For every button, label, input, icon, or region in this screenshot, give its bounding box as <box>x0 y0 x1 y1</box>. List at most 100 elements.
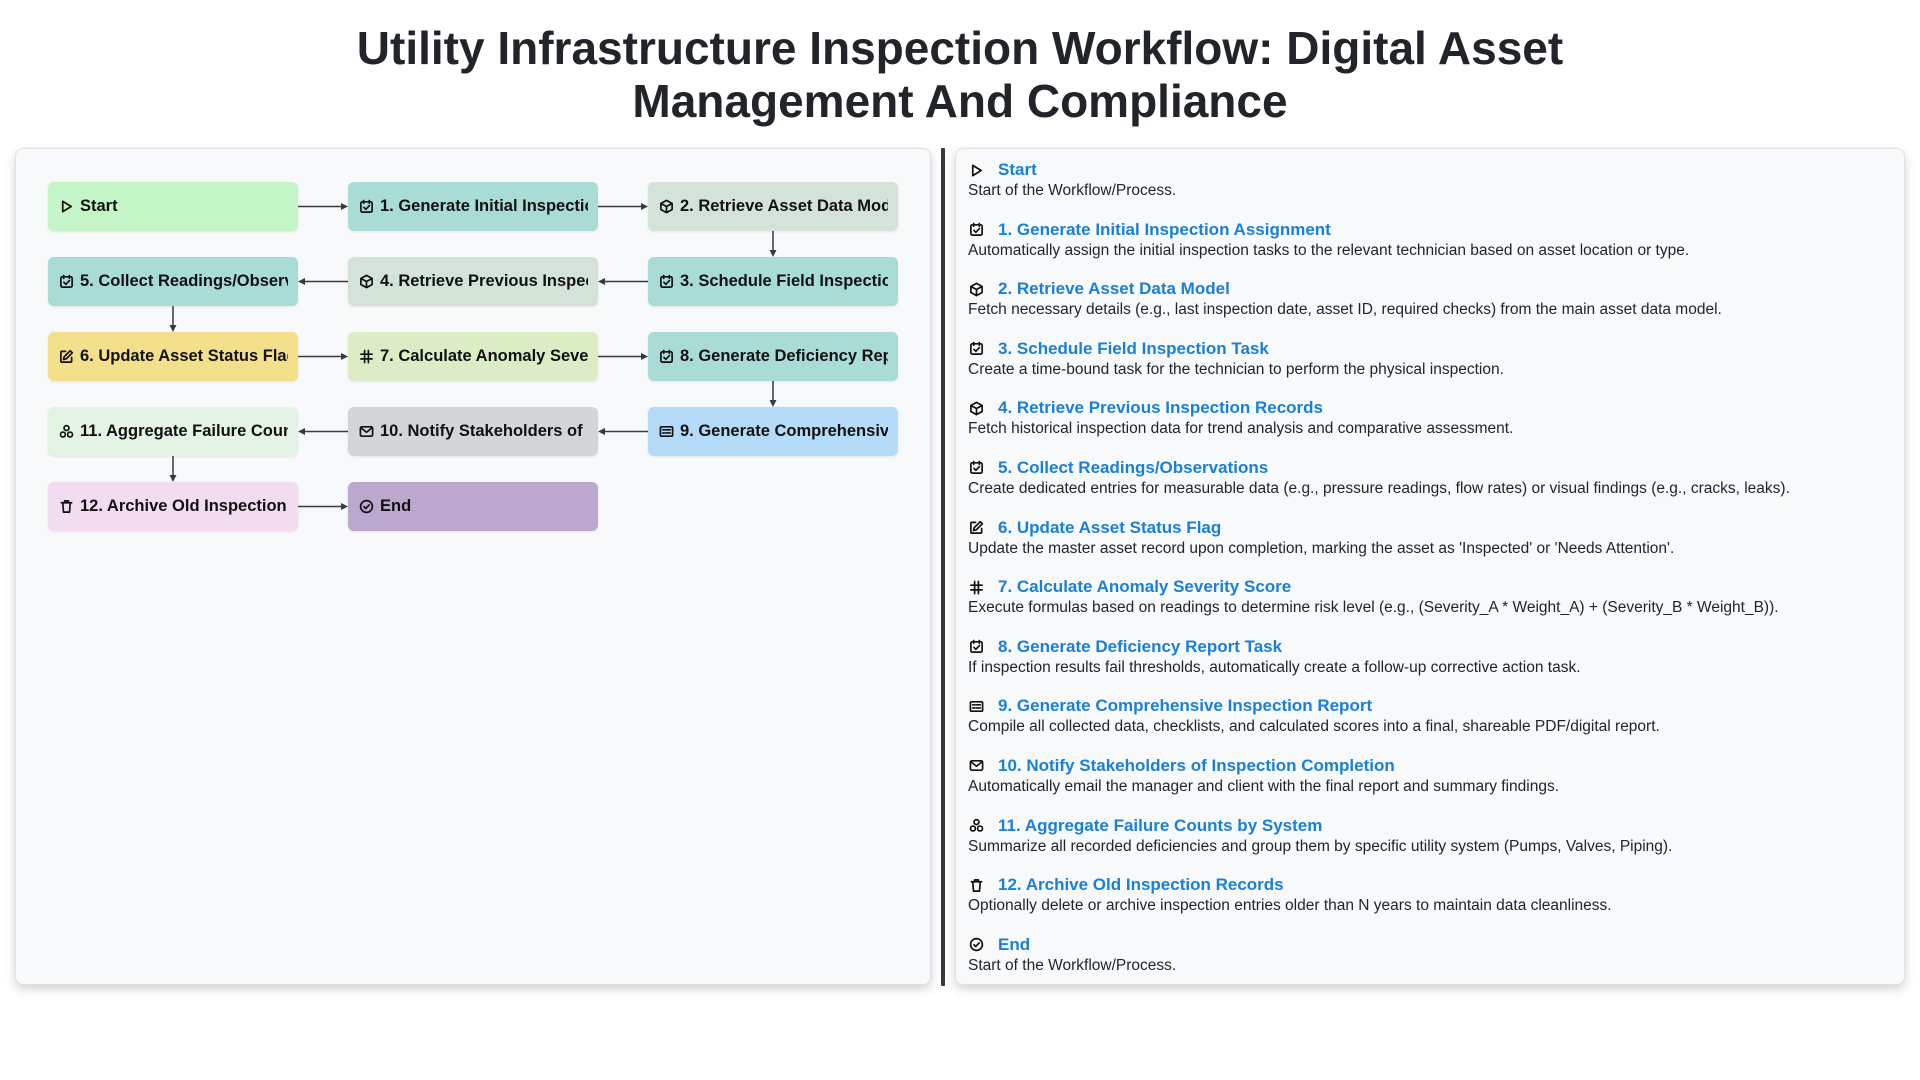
flow-node-n5[interactable]: 5. Collect Readings/Observations <box>48 257 298 306</box>
flow-node-n9[interactable]: 9. Generate Comprehensive Inspection Rep… <box>648 407 898 456</box>
flow-node-n3[interactable]: 3. Schedule Field Inspection Task <box>648 257 898 306</box>
description-text: Automatically assign the initial inspect… <box>968 241 1690 259</box>
description-text: Start of the Workflow/Process. <box>968 956 1177 974</box>
checkbox-icon <box>358 199 374 215</box>
description-title[interactable]: 12. Archive Old Inspection Records <box>998 875 1284 895</box>
description-header: 1. Generate Initial Inspection Assignmen… <box>968 219 1888 241</box>
page-title-line-2: Management And Compliance <box>632 75 1288 127</box>
flow-node-label: 3. Schedule Field Inspection Task <box>680 272 888 290</box>
description-title[interactable]: 4. Retrieve Previous Inspection Records <box>998 398 1323 418</box>
checkbox-icon <box>658 349 674 365</box>
panel-divider[interactable] <box>941 148 945 986</box>
description-item: End Start of the Workflow/Process. <box>968 934 1888 994</box>
flow-node-label: 4. Retrieve Previous Inspection Records <box>380 272 588 290</box>
flow-connector-arrow <box>769 381 777 407</box>
flow-node-n4[interactable]: 4. Retrieve Previous Inspection Records <box>348 257 598 306</box>
description-header: 8. Generate Deficiency Report Task <box>968 636 1888 658</box>
description-header: 7. Calculate Anomaly Severity Score <box>968 576 1888 598</box>
cube-icon <box>968 400 984 416</box>
description-title[interactable]: 7. Calculate Anomaly Severity Score <box>998 577 1291 597</box>
flow-node-n6[interactable]: 6. Update Asset Status Flag <box>48 332 298 381</box>
description-list: Start Start of the Workflow/Process. 1. Ge… <box>968 159 1888 993</box>
description-item: 4. Retrieve Previous Inspection Records F… <box>968 397 1888 457</box>
trash-icon <box>58 499 74 515</box>
check-circle-icon <box>358 499 374 515</box>
description-title[interactable]: 5. Collect Readings/Observations <box>998 458 1268 478</box>
page-title: Utility Infrastructure Inspection Workfl… <box>0 22 1920 128</box>
description-item: Start Start of the Workflow/Process. <box>968 159 1888 219</box>
description-text: Create dedicated entries for measurable … <box>968 479 1790 497</box>
flow-connector-arrow <box>769 231 777 257</box>
flow-node-n2[interactable]: 2. Retrieve Asset Data Model <box>648 182 898 231</box>
flow-node-n10[interactable]: 10. Notify Stakeholders of Inspection Co… <box>348 407 598 456</box>
flow-node-label: 6. Update Asset Status Flag <box>80 347 288 365</box>
description-title[interactable]: Start <box>998 160 1037 180</box>
cluster-icon <box>58 424 74 440</box>
flow-node-label: 11. Aggregate Failure Counts by System <box>80 422 288 440</box>
description-text: Execute formulas based on readings to de… <box>968 599 1779 617</box>
description-title[interactable]: End <box>998 935 1030 955</box>
description-title[interactable]: 1. Generate Initial Inspection Assignmen… <box>998 220 1331 240</box>
flow-connector-arrow <box>169 306 177 332</box>
flow-connector-arrow <box>298 503 348 510</box>
description-header: 5. Collect Readings/Observations <box>968 457 1888 479</box>
description-title[interactable]: 11. Aggregate Failure Counts by System <box>998 816 1322 836</box>
description-text: Create a time-bound task for the technic… <box>968 360 1504 378</box>
description-title[interactable]: 9. Generate Comprehensive Inspection Rep… <box>998 696 1372 716</box>
description-item: 9. Generate Comprehensive Inspection Rep… <box>968 695 1888 755</box>
flow-node-end[interactable]: End <box>348 482 598 531</box>
description-item: 5. Collect Readings/Observations Create d… <box>968 457 1888 517</box>
description-header: 4. Retrieve Previous Inspection Records <box>968 397 1888 419</box>
play-icon <box>58 199 74 215</box>
flow-connector-arrow <box>598 278 648 285</box>
flow-node-label: 7. Calculate Anomaly Severity Score <box>380 347 588 365</box>
flow-node-n7[interactable]: 7. Calculate Anomaly Severity Score <box>348 332 598 381</box>
page-title-line-1: Utility Infrastructure Inspection Workfl… <box>356 22 1564 74</box>
flow-node-label: End <box>380 497 412 515</box>
description-text: Automatically email the manager and clie… <box>968 777 1560 795</box>
description-header: End <box>968 934 1888 956</box>
description-title[interactable]: 3. Schedule Field Inspection Task <box>998 339 1269 359</box>
play-icon <box>968 162 984 178</box>
description-title[interactable]: 6. Update Asset Status Flag <box>998 518 1221 538</box>
trash-icon <box>968 877 984 893</box>
flow-connector-arrow <box>598 428 648 435</box>
description-title[interactable]: 8. Generate Deficiency Report Task <box>998 637 1282 657</box>
description-panel: Start Start of the Workflow/Process. 1. Ge… <box>955 148 1905 985</box>
report-icon <box>658 424 674 440</box>
cube-icon <box>358 274 374 290</box>
flow-node-n8[interactable]: 8. Generate Deficiency Report Task <box>648 332 898 381</box>
description-header: Start <box>968 159 1888 181</box>
flow-node-label: 12. Archive Old Inspection Records <box>80 497 288 515</box>
mail-icon <box>358 424 374 440</box>
checkbox-icon <box>658 274 674 290</box>
flow-node-label: 10. Notify Stakeholders of Inspection Co… <box>380 422 588 440</box>
description-header: 12. Archive Old Inspection Records <box>968 874 1888 896</box>
cube-icon <box>968 281 984 297</box>
flow-node-label: 1. Generate Initial Inspection Assignmen… <box>380 197 588 215</box>
flow-connector-arrow <box>298 353 348 360</box>
flow-node-n12[interactable]: 12. Archive Old Inspection Records <box>48 482 298 531</box>
flow-node-n1[interactable]: 1. Generate Initial Inspection Assignmen… <box>348 182 598 231</box>
flow-node-start[interactable]: Start <box>48 182 298 231</box>
flow-node-label: 2. Retrieve Asset Data Model <box>680 197 888 215</box>
description-item: 6. Update Asset Status Flag Update the ma… <box>968 517 1888 577</box>
description-header: 6. Update Asset Status Flag <box>968 517 1888 539</box>
flow-node-label: 5. Collect Readings/Observations <box>80 272 288 290</box>
checkbox-icon <box>58 274 74 290</box>
description-text: Compile all collected data, checklists, … <box>968 718 1660 736</box>
checkbox-icon <box>968 222 984 238</box>
description-text: Summarize all recorded deficiencies and … <box>968 837 1673 855</box>
description-header: 9. Generate Comprehensive Inspection Rep… <box>968 695 1888 717</box>
flow-node-n11[interactable]: 11. Aggregate Failure Counts by System <box>48 407 298 456</box>
description-text: Fetch historical inspection data for tre… <box>968 420 1514 438</box>
flow-node-label: Start <box>80 197 118 215</box>
description-text: If inspection results fail thresholds, a… <box>968 658 1581 676</box>
flow-connector-arrow <box>298 278 348 285</box>
description-title[interactable]: 2. Retrieve Asset Data Model <box>998 279 1230 299</box>
description-header: 3. Schedule Field Inspection Task <box>968 338 1888 360</box>
hash-icon <box>358 349 374 365</box>
cube-icon <box>658 199 674 215</box>
description-item: 10. Notify Stakeholders of Inspection Co… <box>968 755 1888 815</box>
description-title[interactable]: 10. Notify Stakeholders of Inspection Co… <box>998 756 1395 776</box>
